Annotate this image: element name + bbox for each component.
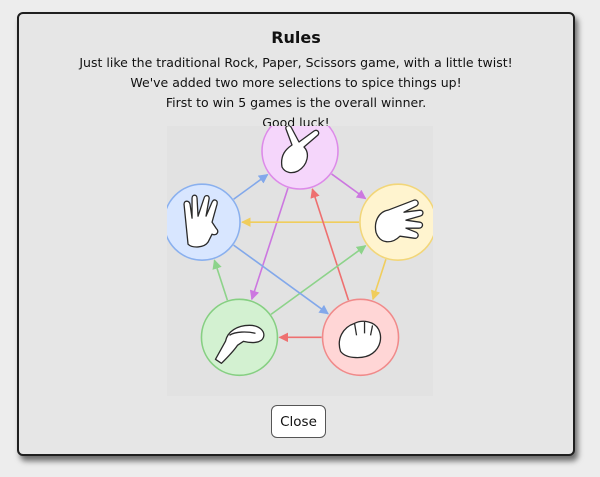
arrow-scissors-beats-lizard xyxy=(249,187,289,301)
rules-title: Rules xyxy=(271,28,321,47)
rules-diagram xyxy=(163,112,437,396)
choice-paper xyxy=(359,183,437,261)
choice-rock xyxy=(321,298,400,377)
arrow-spock-beats-scissors xyxy=(233,173,269,200)
arrow-rock-beats-scissors xyxy=(310,188,350,301)
choice-lizard xyxy=(200,298,279,377)
rules-line-2: We've added two more selections to spice… xyxy=(130,75,462,90)
rules-diagram-svg xyxy=(163,112,437,377)
arrow-lizard-beats-spock xyxy=(212,259,229,301)
arrow-paper-beats-rock xyxy=(371,259,387,301)
rules-modal: Rules Just like the traditional Rock, Pa… xyxy=(17,12,575,456)
rules-description: Just like the traditional Rock, Paper, S… xyxy=(19,53,573,133)
rules-line-1: Just like the traditional Rock, Paper, S… xyxy=(79,55,513,70)
choice-spock xyxy=(163,183,241,261)
rules-line-3: First to win 5 games is the overall winn… xyxy=(165,95,427,110)
choice-scissors xyxy=(261,112,339,190)
arrow-scissors-beats-paper xyxy=(331,173,367,200)
close-button[interactable]: Close xyxy=(271,405,326,438)
